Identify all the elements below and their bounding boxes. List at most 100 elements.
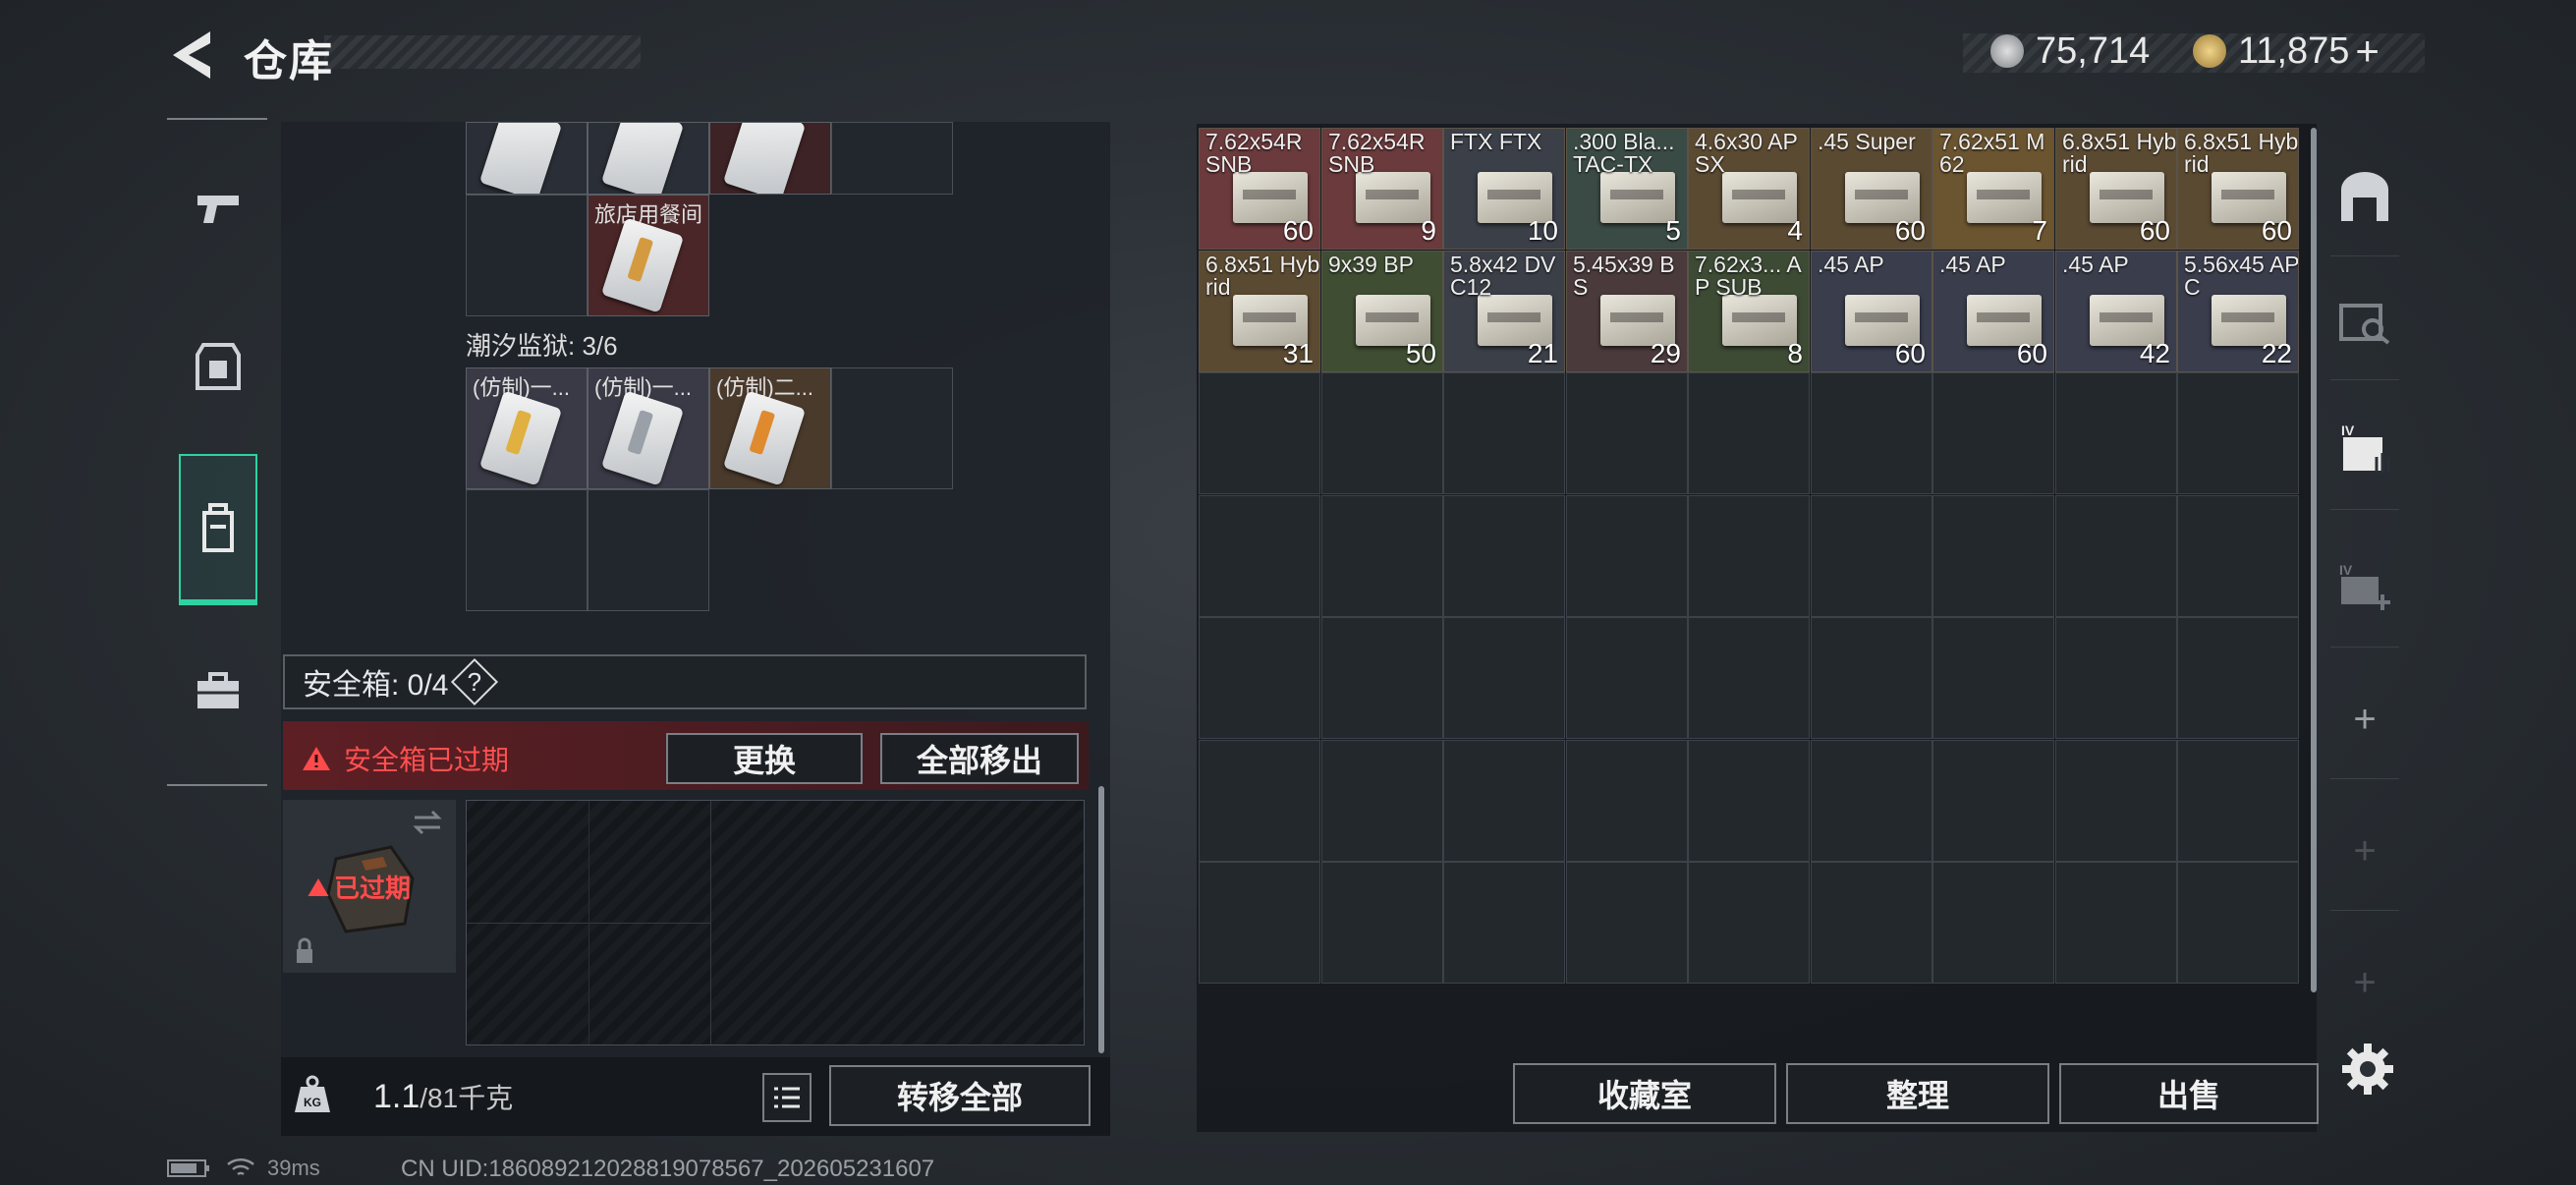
ammo-item[interactable]: .45 AP 60 (1811, 251, 1932, 372)
empty-slot[interactable] (1688, 617, 1810, 739)
ammo-item[interactable]: 6.8x51 Hybrid 60 (2055, 128, 2177, 250)
empty-slot[interactable] (831, 122, 953, 195)
empty-slot[interactable] (1443, 495, 1565, 617)
help-icon[interactable]: ? (451, 657, 499, 706)
keycard-item[interactable]: 旅店用餐间 (588, 195, 709, 316)
storage-scrollbar[interactable] (2311, 128, 2317, 992)
empty-slot[interactable] (1688, 495, 1810, 617)
tab-weapons[interactable] (179, 134, 257, 285)
ammo-item[interactable]: FTX FTX 10 (1443, 128, 1565, 250)
remove-all-button[interactable]: 全部移出 (880, 733, 1079, 784)
add-slot-icon[interactable]: + (2330, 924, 2399, 1042)
empty-slot[interactable] (1932, 862, 2054, 984)
tab-armor[interactable] (179, 291, 257, 442)
empty-slot[interactable] (1811, 495, 1932, 617)
tab-backpack[interactable] (179, 454, 257, 605)
empty-slot[interactable] (1321, 862, 1443, 984)
settings-gear-icon[interactable] (2340, 1042, 2395, 1097)
ammo-item[interactable]: 4.6x30 AP SX 4 (1688, 128, 1810, 250)
empty-slot[interactable] (1566, 617, 1688, 739)
side-tool-level[interactable]: IV (2330, 391, 2399, 510)
keycard-item[interactable] (588, 122, 709, 195)
ammo-item[interactable]: 7.62x54R SNB 60 (1199, 128, 1320, 250)
empty-slot[interactable] (831, 367, 953, 489)
ammo-item[interactable]: 5.56x45 APC 22 (2177, 251, 2299, 372)
empty-slot[interactable] (1321, 372, 1443, 494)
swap-icon[interactable] (411, 808, 444, 837)
empty-slot[interactable] (1321, 740, 1443, 862)
empty-slot[interactable] (1199, 862, 1320, 984)
tab-toolbox[interactable] (179, 615, 257, 766)
ammo-item[interactable]: 9x39 BP 50 (1321, 251, 1443, 372)
collection-room-button[interactable]: 收藏室 (1513, 1063, 1776, 1124)
add-slot-icon[interactable]: + (2330, 660, 2399, 779)
keycard-item[interactable] (466, 122, 588, 195)
ammo-item[interactable]: 6.8x51 Hybrid 60 (2177, 128, 2299, 250)
ammo-item[interactable]: 5.45x39 BS 29 (1566, 251, 1688, 372)
ammo-item[interactable]: .45 AP 60 (1932, 251, 2054, 372)
empty-slot[interactable] (1321, 495, 1443, 617)
side-tool-add-case[interactable]: IV (2330, 529, 2399, 648)
empty-slot[interactable] (1321, 617, 1443, 739)
add-currency-icon[interactable]: + (2355, 28, 2380, 75)
empty-slot[interactable] (1199, 372, 1320, 494)
empty-slot[interactable] (1566, 740, 1688, 862)
sort-button[interactable]: 整理 (1786, 1063, 2049, 1124)
empty-slot[interactable] (1566, 862, 1688, 984)
empty-slot[interactable] (1932, 495, 2054, 617)
empty-slot[interactable] (1932, 372, 2054, 494)
empty-slot[interactable] (1811, 862, 1932, 984)
transfer-all-button[interactable]: 转移全部 (829, 1065, 1091, 1126)
ammo-item[interactable]: 7.62x54R SNB 9 (1321, 128, 1443, 250)
empty-slot[interactable] (2055, 372, 2177, 494)
empty-slot[interactable] (1199, 617, 1320, 739)
ammo-item[interactable]: .45 Super 60 (1811, 128, 1932, 250)
ammo-item[interactable]: 5.8x42 DVC12 21 (1443, 251, 1565, 372)
empty-slot[interactable] (1443, 372, 1565, 494)
empty-slot[interactable] (1688, 862, 1810, 984)
empty-slot[interactable] (2177, 740, 2299, 862)
back-button[interactable] (167, 28, 216, 83)
empty-slot[interactable] (1688, 372, 1810, 494)
list-view-button[interactable] (762, 1073, 812, 1122)
keycard-item[interactable] (709, 122, 831, 195)
empty-slot[interactable] (1811, 372, 1932, 494)
ammo-item[interactable]: .300 Bla... TAC-TX 5 (1566, 128, 1688, 250)
sell-button[interactable]: 出售 (2059, 1063, 2319, 1124)
add-slot-icon[interactable]: + (2330, 792, 2399, 911)
empty-slot[interactable] (1688, 740, 1810, 862)
empty-slot[interactable] (1811, 617, 1932, 739)
empty-slot[interactable] (1443, 862, 1565, 984)
ammo-item[interactable]: .45 AP 42 (2055, 251, 2177, 372)
empty-slot[interactable] (466, 489, 588, 611)
empty-slot[interactable] (2177, 372, 2299, 494)
left-scrollbar[interactable] (1098, 786, 1104, 1053)
empty-slot[interactable] (1199, 740, 1320, 862)
empty-slot[interactable] (1443, 617, 1565, 739)
gold-currency[interactable]: 11,875 + (2193, 28, 2380, 75)
empty-slot[interactable] (1566, 495, 1688, 617)
empty-slot[interactable] (2055, 617, 2177, 739)
empty-slot[interactable] (466, 195, 588, 316)
empty-slot[interactable] (2177, 617, 2299, 739)
empty-slot[interactable] (1443, 740, 1565, 862)
empty-slot[interactable] (1199, 495, 1320, 617)
prison-keycard[interactable]: (仿制)一... (466, 367, 588, 489)
safebox-item[interactable]: 已过期 (283, 800, 456, 973)
empty-slot[interactable] (2177, 495, 2299, 617)
empty-slot[interactable] (1811, 740, 1932, 862)
empty-slot[interactable] (1566, 372, 1688, 494)
empty-slot[interactable] (1932, 740, 2054, 862)
prison-keycard[interactable]: (仿制)一... (588, 367, 709, 489)
side-tool-expand[interactable] (2330, 261, 2399, 380)
prison-keycard[interactable]: (仿制)二... (709, 367, 831, 489)
ammo-item[interactable]: 6.8x51 Hybrid 31 (1199, 251, 1320, 372)
empty-slot[interactable] (2055, 495, 2177, 617)
empty-slot[interactable] (1932, 617, 2054, 739)
ammo-item[interactable]: 7.62x51 M62 7 (1932, 128, 2054, 250)
side-tool-storage[interactable] (2330, 138, 2399, 256)
empty-slot[interactable] (2055, 862, 2177, 984)
empty-slot[interactable] (588, 489, 709, 611)
ammo-item[interactable]: 7.62x3... AP SUB 8 (1688, 251, 1810, 372)
replace-button[interactable]: 更换 (666, 733, 863, 784)
